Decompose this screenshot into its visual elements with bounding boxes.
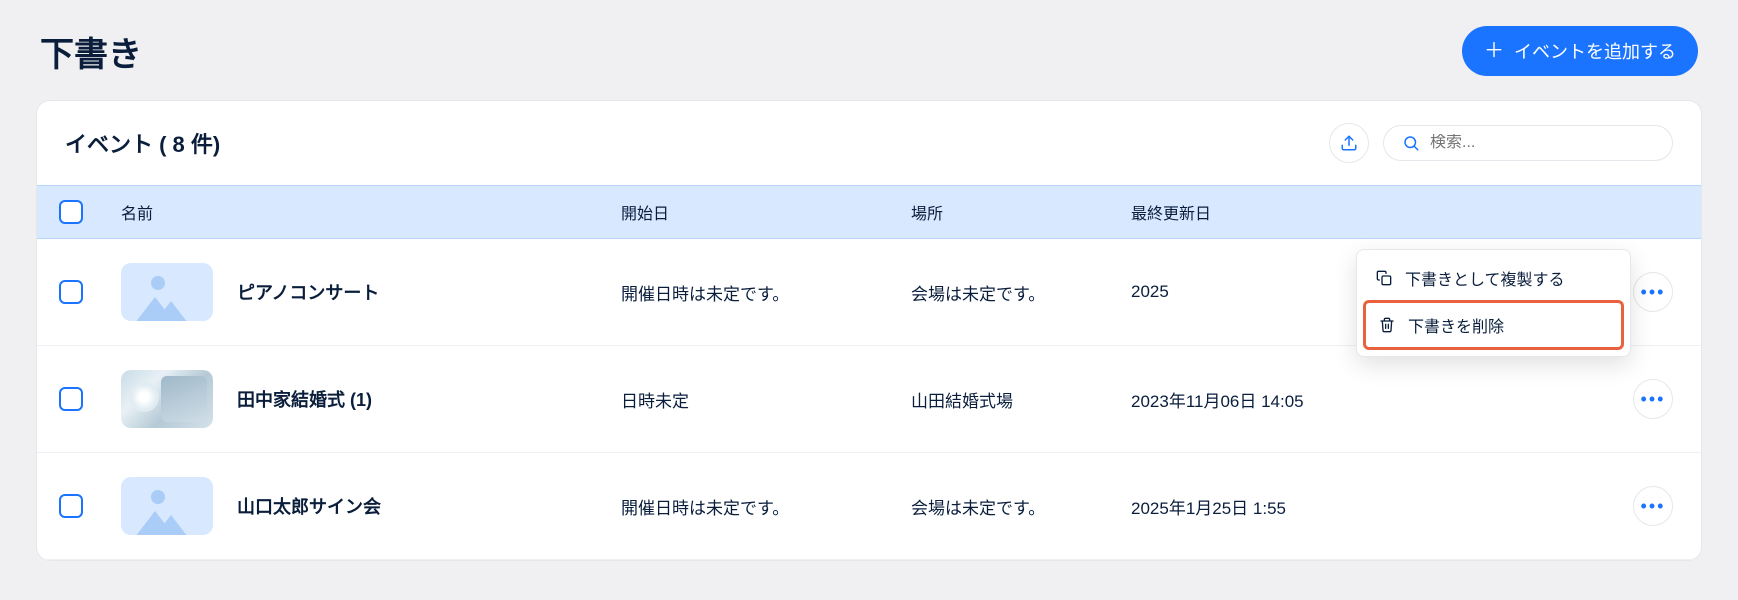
thumbnail-placeholder-icon: [121, 477, 213, 535]
copy-icon: [1375, 269, 1393, 287]
start-cell: 開催日時は未定です。: [621, 494, 911, 519]
event-name: ピアノコンサート: [237, 279, 379, 305]
thumbnail-placeholder-icon: [121, 263, 213, 321]
name-cell[interactable]: ピアノコンサート: [121, 263, 621, 321]
event-name: 山口太郎サイン会: [237, 493, 381, 519]
col-updated: 最終更新日: [1131, 200, 1593, 224]
dropdown-item-label: 下書きを削除: [1408, 313, 1504, 337]
card-header: イベント ( 8 件): [37, 101, 1701, 185]
events-card: イベント ( 8 件) 名前 開始日 場所 最終更新日 ピアノコンサート 開催日…: [36, 100, 1702, 561]
place-cell: 会場は未定です。: [911, 494, 1131, 519]
updated-cell: 2025年1月25日 1:55: [1131, 494, 1593, 519]
col-place: 場所: [911, 200, 1131, 224]
card-title: イベント ( 8 件): [65, 127, 220, 159]
duplicate-draft-item[interactable]: 下書きとして複製する: [1363, 256, 1624, 300]
select-all-checkbox[interactable]: [59, 200, 83, 224]
trash-icon: [1378, 316, 1396, 334]
start-cell: 日時未定: [621, 387, 911, 412]
export-button[interactable]: [1329, 123, 1369, 163]
delete-draft-item[interactable]: 下書きを削除: [1363, 300, 1624, 350]
name-cell[interactable]: 田中家結婚式 (1): [121, 370, 621, 428]
table-row: ピアノコンサート 開催日時は未定です。 会場は未定です。 2025 ••• 下書…: [37, 239, 1701, 346]
event-name: 田中家結婚式 (1): [237, 386, 372, 412]
search-icon: [1402, 134, 1420, 152]
table-header: 名前 開始日 場所 最終更新日: [37, 185, 1701, 239]
updated-cell: 2023年11月06日 14:05: [1131, 387, 1593, 412]
upload-icon: [1340, 134, 1358, 152]
card-tools: [1329, 123, 1673, 163]
row-checkbox[interactable]: [59, 494, 83, 518]
thumbnail-image: [121, 370, 213, 428]
add-event-button[interactable]: ＋ イベントを追加する: [1462, 26, 1698, 76]
col-name: 名前: [121, 200, 621, 224]
row-checkbox[interactable]: [59, 387, 83, 411]
place-cell: 山田結婚式場: [911, 387, 1131, 412]
search-field[interactable]: [1383, 125, 1673, 161]
name-cell[interactable]: 山口太郎サイン会: [121, 477, 621, 535]
row-actions-dropdown: 下書きとして複製する 下書きを削除: [1356, 249, 1631, 357]
add-button-label: イベントを追加する: [1514, 38, 1676, 64]
table-row: 田中家結婚式 (1) 日時未定 山田結婚式場 2023年11月06日 14:05…: [37, 346, 1701, 453]
search-input[interactable]: [1430, 134, 1654, 152]
page-header: 下書き ＋ イベントを追加する: [0, 0, 1738, 100]
place-cell: 会場は未定です。: [911, 280, 1131, 305]
plus-icon: ＋: [1484, 41, 1504, 61]
more-button[interactable]: •••: [1633, 486, 1673, 526]
more-button[interactable]: •••: [1633, 379, 1673, 419]
more-button[interactable]: •••: [1633, 272, 1673, 312]
page-title: 下書き: [40, 27, 142, 76]
dropdown-item-label: 下書きとして複製する: [1405, 266, 1565, 290]
table-row: 山口太郎サイン会 開催日時は未定です。 会場は未定です。 2025年1月25日 …: [37, 453, 1701, 560]
row-checkbox[interactable]: [59, 280, 83, 304]
col-start: 開始日: [621, 200, 911, 224]
start-cell: 開催日時は未定です。: [621, 280, 911, 305]
